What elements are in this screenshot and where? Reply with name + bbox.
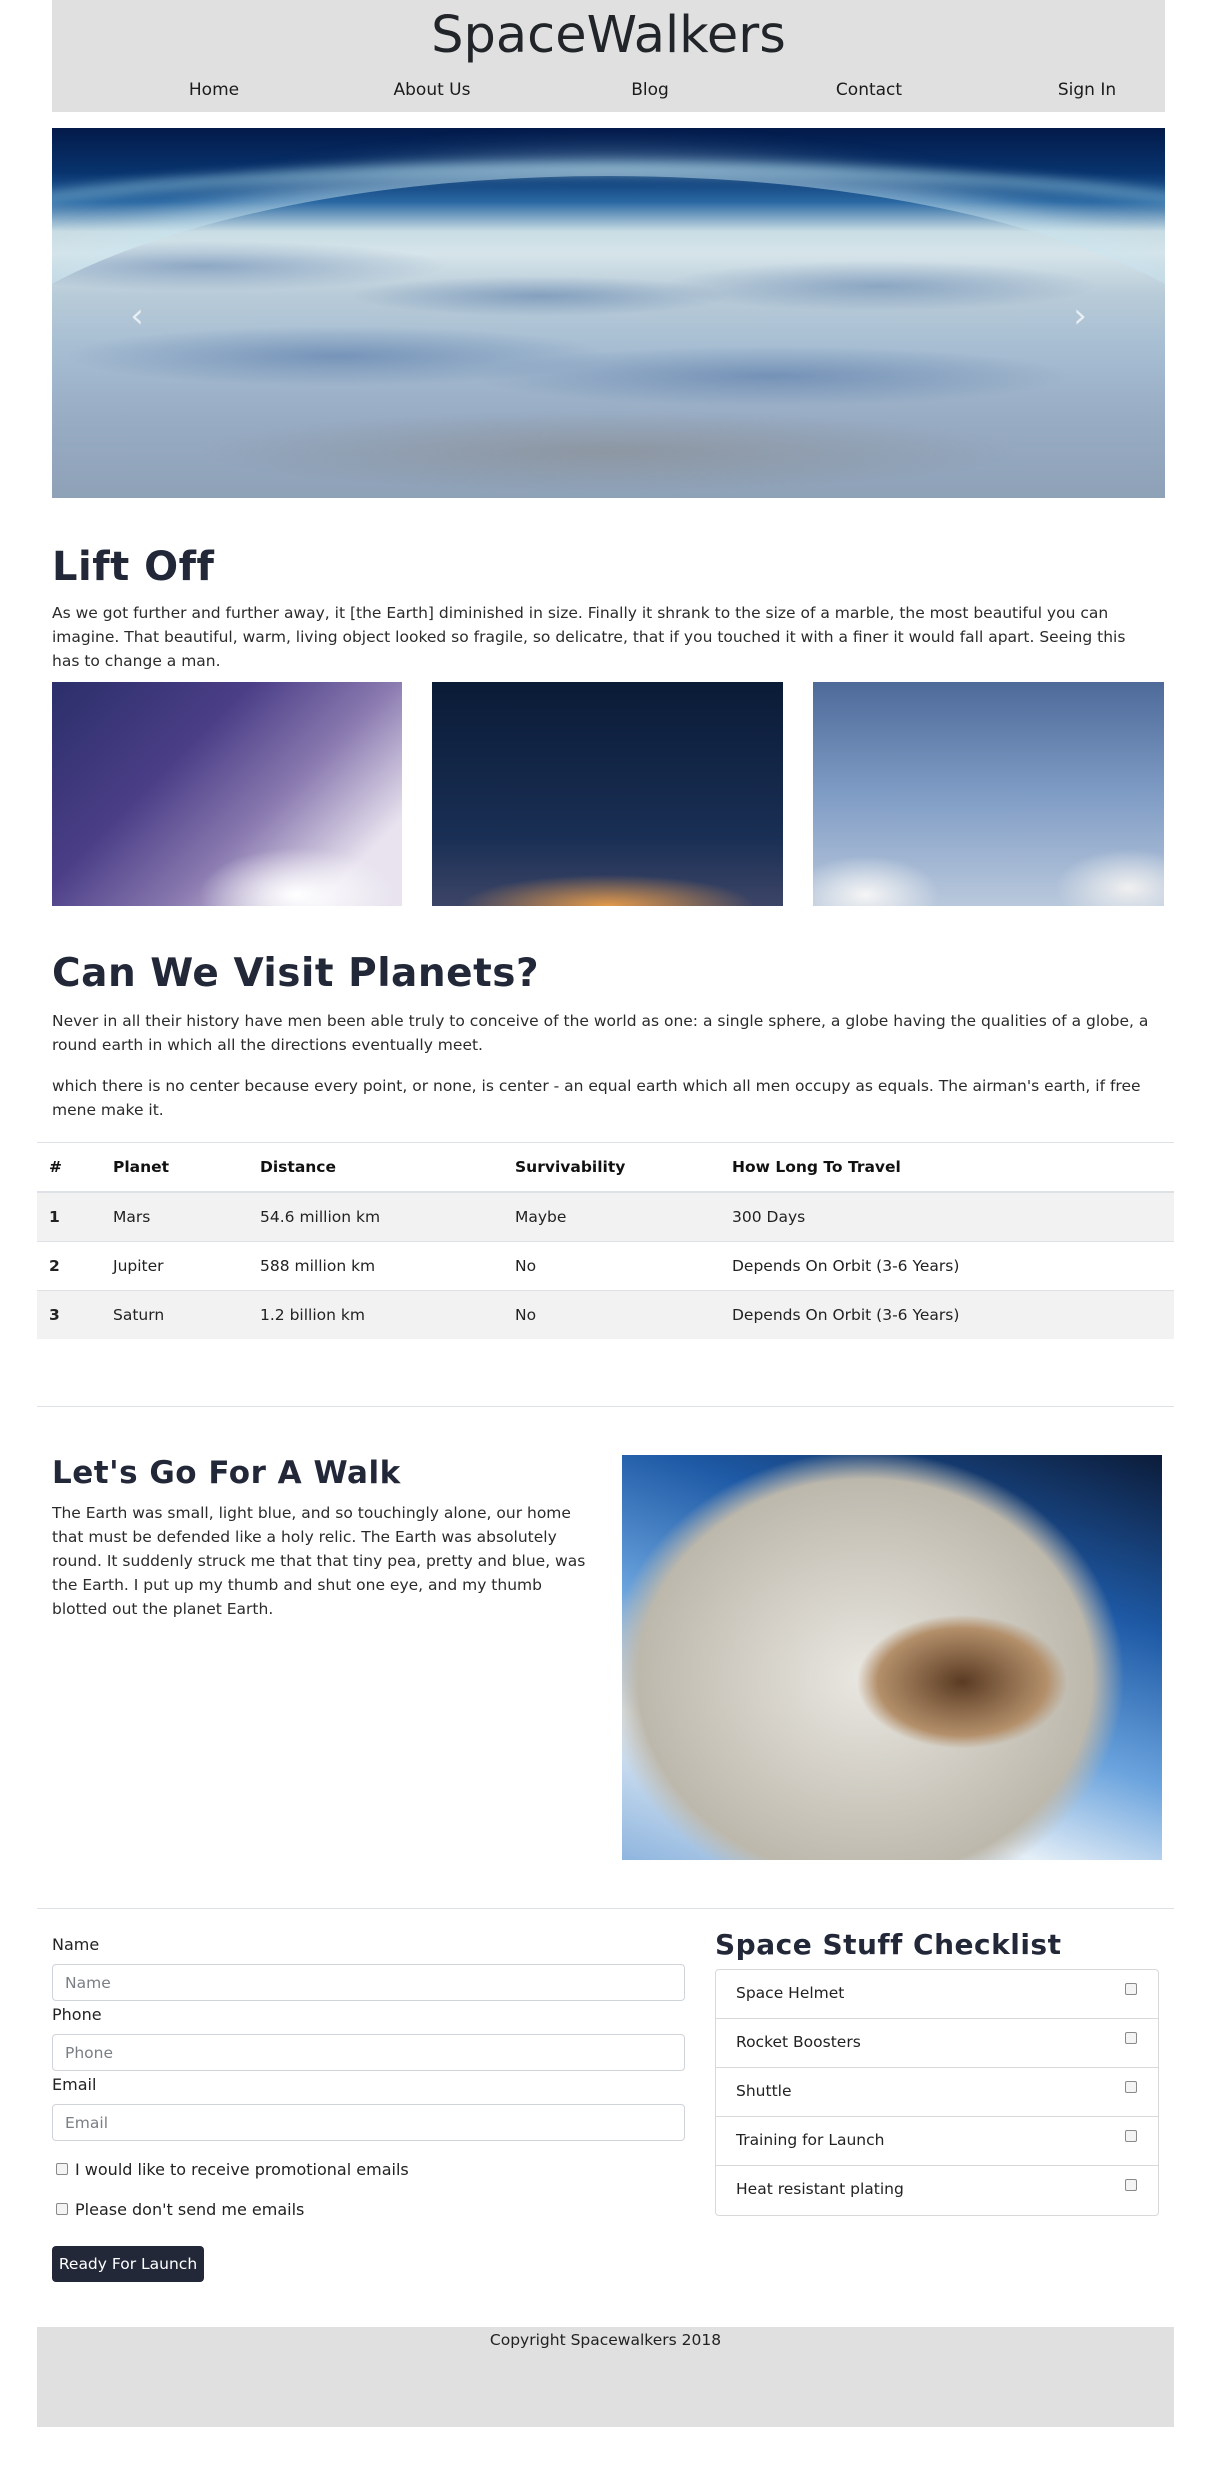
cell-distance: 588 million km <box>248 1241 503 1291</box>
cell-survivability: Maybe <box>503 1191 720 1242</box>
planets-table: # Planet Distance Survivability How Long… <box>37 1142 1174 1339</box>
col-header-distance: Distance <box>248 1142 503 1193</box>
site-footer: Copyright Spacewalkers 2018 <box>37 2327 1174 2427</box>
cell-number: 2 <box>37 1241 101 1291</box>
checklist-item-label: Training for Launch <box>736 2131 885 2149</box>
lift-off-text: As we got further and further away, it [… <box>52 604 1126 670</box>
nav-blog[interactable]: Blog <box>540 80 760 100</box>
nav-home[interactable]: Home <box>104 80 324 100</box>
col-header-number: # <box>37 1142 101 1193</box>
astronaut-image <box>622 1455 1162 1860</box>
planets-paragraph-2: which there is no center because every p… <box>52 1077 1141 1119</box>
promo-opt-in-label: I would like to receive promotional emai… <box>75 2160 409 2179</box>
table-row: 2 Jupiter 588 million km No Depends On O… <box>37 1241 1174 1291</box>
walk-title: Let's Go For A Walk <box>52 1455 401 1491</box>
divider <box>37 1406 1174 1407</box>
table-row: 3 Saturn 1.2 billion km No Depends On Or… <box>37 1290 1174 1339</box>
planets-paragraph-1: Never in all their history have men been… <box>52 1012 1149 1054</box>
no-emails-checkbox[interactable] <box>56 2203 68 2215</box>
list-item[interactable]: Space Helmet <box>716 1970 1158 2019</box>
name-label: Name <box>52 1935 100 1954</box>
checklist-checkbox[interactable] <box>1125 2081 1137 2093</box>
list-item[interactable]: Training for Launch <box>716 2117 1158 2166</box>
list-item[interactable]: Heat resistant plating <box>716 2166 1158 2215</box>
col-header-planet: Planet <box>101 1142 248 1193</box>
cell-travel-time: Depends On Orbit (3-6 Years) <box>720 1290 1174 1339</box>
chevron-left-icon[interactable]: ‹ <box>117 296 157 336</box>
col-header-travel-time: How Long To Travel <box>720 1142 1174 1193</box>
cell-planet: Saturn <box>101 1290 248 1339</box>
checklist: Space Helmet Rocket Boosters Shuttle Tra… <box>715 1969 1159 2216</box>
ready-for-launch-button[interactable]: Ready For Launch <box>52 2246 204 2282</box>
copyright-text: Copyright Spacewalkers 2018 <box>489 2331 722 2349</box>
site-header: SpaceWalkers Home About Us Blog Contact … <box>52 0 1165 112</box>
divider <box>37 1908 1174 1909</box>
cell-survivability: No <box>503 1290 720 1339</box>
cell-planet: Mars <box>101 1191 248 1242</box>
table-header-row: # Planet Distance Survivability How Long… <box>37 1142 1174 1193</box>
nav-about-us[interactable]: About Us <box>322 80 542 100</box>
nav-sign-in[interactable]: Sign In <box>977 80 1197 100</box>
earth-surface-image <box>52 176 1165 498</box>
checklist-checkbox[interactable] <box>1125 1983 1137 1995</box>
checklist-checkbox[interactable] <box>1125 2179 1137 2191</box>
name-input[interactable] <box>52 1964 685 2001</box>
phone-label: Phone <box>52 2005 102 2024</box>
table-row: 1 Mars 54.6 million km Maybe 300 Days <box>37 1191 1174 1242</box>
cell-distance: 54.6 million km <box>248 1191 503 1242</box>
checklist-item-label: Heat resistant plating <box>736 2180 904 2198</box>
checklist-checkbox[interactable] <box>1125 2130 1137 2142</box>
rocket-trail-image <box>432 682 783 906</box>
cell-number: 3 <box>37 1290 101 1339</box>
lift-off-title: Lift Off <box>52 544 215 590</box>
no-emails-label: Please don't send me emails <box>75 2200 305 2219</box>
hero-carousel: ‹ › <box>52 128 1165 498</box>
cell-distance: 1.2 billion km <box>248 1290 503 1339</box>
list-item[interactable]: Rocket Boosters <box>716 2019 1158 2068</box>
shuttle-launch-image <box>52 682 402 906</box>
list-item[interactable]: Shuttle <box>716 2068 1158 2117</box>
email-label: Email <box>52 2075 97 2094</box>
cell-survivability: No <box>503 1241 720 1291</box>
launch-pad-image <box>813 682 1164 906</box>
checklist-checkbox[interactable] <box>1125 2032 1137 2044</box>
promo-opt-in-checkbox[interactable] <box>56 2163 68 2175</box>
chevron-right-icon[interactable]: › <box>1060 296 1100 336</box>
planets-title: Can We Visit Planets? <box>52 951 540 996</box>
checklist-item-label: Rocket Boosters <box>736 2033 861 2051</box>
checklist-item-label: Space Helmet <box>736 1984 845 2002</box>
cell-planet: Jupiter <box>101 1241 248 1291</box>
cell-travel-time: 300 Days <box>720 1191 1174 1242</box>
site-brand[interactable]: SpaceWalkers <box>52 6 1165 65</box>
cell-number: 1 <box>37 1191 101 1242</box>
nav-contact[interactable]: Contact <box>759 80 979 100</box>
checklist-title: Space Stuff Checklist <box>715 1928 1062 1961</box>
checklist-item-label: Shuttle <box>736 2082 792 2100</box>
cell-travel-time: Depends On Orbit (3-6 Years) <box>720 1241 1174 1291</box>
phone-input[interactable] <box>52 2034 685 2071</box>
col-header-survivability: Survivability <box>503 1142 720 1193</box>
walk-text: The Earth was small, light blue, and so … <box>52 1504 586 1618</box>
email-input[interactable] <box>52 2104 685 2141</box>
